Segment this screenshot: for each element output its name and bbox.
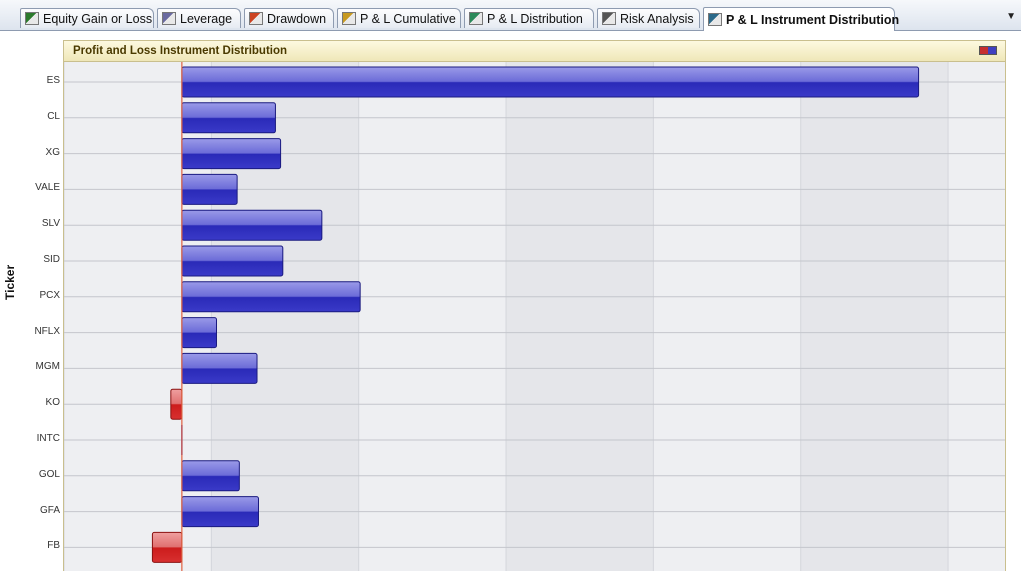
distribution-chart-icon bbox=[469, 12, 483, 25]
plot-area bbox=[64, 62, 1005, 571]
bar-slv bbox=[181, 209, 323, 241]
chart-panel: Profit and Loss Instrument Distribution bbox=[63, 40, 1006, 571]
chart-title: Profit and Loss Instrument Distribution bbox=[73, 45, 288, 57]
tab-list-dropdown-icon[interactable]: ▼ bbox=[1006, 11, 1016, 22]
bar-nflx bbox=[181, 317, 218, 349]
bar-gol bbox=[181, 460, 240, 492]
tab-p-l-instrument-distribution[interactable]: P & L Instrument Distribution bbox=[703, 7, 899, 31]
bar-sid bbox=[181, 245, 284, 277]
grid-band bbox=[358, 62, 507, 571]
bar-chart-icon bbox=[25, 12, 39, 25]
tab-label: P & L Cumulative bbox=[360, 11, 456, 26]
tab-p-l-distribution[interactable]: P & L Distribution bbox=[464, 8, 594, 28]
tab-leverage[interactable]: Leverage bbox=[157, 8, 241, 28]
y-tick-label: PCX bbox=[39, 289, 60, 301]
bar-vale bbox=[181, 173, 238, 205]
risk-formula-icon bbox=[602, 12, 616, 25]
bar-ko bbox=[170, 388, 183, 420]
bar-chart bbox=[64, 62, 1005, 571]
y-tick-label: FB bbox=[47, 540, 60, 552]
instrument-chart-icon bbox=[708, 13, 722, 26]
tab-label: P & L Distribution bbox=[487, 11, 583, 26]
y-tick-label: GFA bbox=[39, 504, 60, 516]
y-tick-label: SLV bbox=[41, 218, 60, 230]
money-bag-icon bbox=[342, 12, 356, 25]
chart-header: Profit and Loss Instrument Distribution bbox=[64, 41, 1005, 62]
tab-p-l-cumulative[interactable]: P & L Cumulative bbox=[337, 8, 461, 28]
bar-gfa bbox=[181, 496, 259, 528]
legend-icon[interactable] bbox=[979, 46, 997, 55]
grid-band bbox=[948, 62, 1005, 571]
bar-cl bbox=[181, 102, 276, 134]
y-tick-label: NFLX bbox=[34, 325, 60, 337]
tab-label: Equity Gain or Loss bbox=[43, 11, 153, 26]
y-tick-label: GOL bbox=[38, 468, 60, 480]
percent-icon bbox=[162, 12, 176, 25]
y-tick-label: KO bbox=[45, 397, 60, 409]
tab-equity-gain-or-loss[interactable]: Equity Gain or Loss bbox=[20, 8, 154, 28]
tab-risk-analysis[interactable]: Risk Analysis bbox=[597, 8, 700, 28]
bar-fb bbox=[151, 531, 183, 563]
grid-band bbox=[506, 62, 654, 571]
tab-label: Leverage bbox=[180, 11, 233, 26]
tab-label: Drawdown bbox=[267, 11, 327, 26]
tab-drawdown[interactable]: Drawdown bbox=[244, 8, 334, 28]
tab-strip: Equity Gain or Loss Leverage Drawdown P & L… bbox=[0, 0, 1021, 31]
tab-label: Risk Analysis bbox=[620, 11, 694, 26]
y-tick-label: INTC bbox=[36, 433, 60, 444]
y-tick-label: XG bbox=[45, 146, 60, 158]
grid-band bbox=[800, 62, 949, 571]
bar-pcx bbox=[181, 281, 361, 313]
grid-band bbox=[653, 62, 801, 571]
bar-es bbox=[181, 66, 920, 98]
drawdown-icon bbox=[249, 12, 263, 25]
y-tick-label: VALE bbox=[35, 182, 60, 194]
y-tick-label: ES bbox=[46, 75, 60, 86]
bar-xg bbox=[181, 138, 282, 170]
y-tick-label: MGM bbox=[35, 361, 60, 373]
bar-mgm bbox=[181, 352, 258, 384]
y-tick-label: SID bbox=[43, 254, 60, 265]
y-tick-label: CL bbox=[47, 110, 60, 122]
tab-label: P & L Instrument Distribution bbox=[726, 12, 900, 27]
